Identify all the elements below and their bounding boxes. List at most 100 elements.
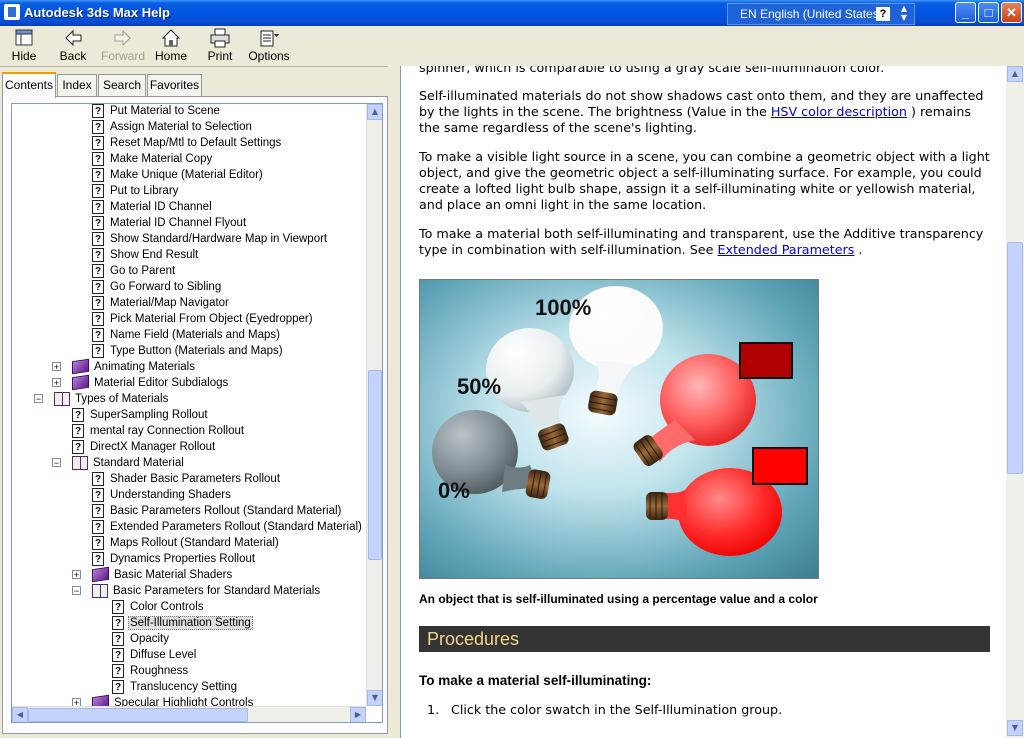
- forward-arrow-icon: [112, 28, 134, 48]
- scroll-down-icon[interactable]: ▼: [367, 690, 382, 706]
- tree-item[interactable]: ? Put to Library: [92, 183, 180, 199]
- expand-icon[interactable]: +: [52, 362, 61, 372]
- tab-index[interactable]: Index: [57, 74, 97, 96]
- bulb-red-swatch: [646, 447, 808, 556]
- hsv-color-link[interactable]: HSV color description: [771, 104, 907, 119]
- collapse-icon[interactable]: −: [72, 586, 81, 596]
- book-open-icon: [72, 455, 88, 470]
- tree-item[interactable]: − Standard Material: [52, 455, 186, 471]
- tree-item[interactable]: ? SuperSampling Rollout: [72, 407, 210, 423]
- scroll-left-icon[interactable]: ◀: [12, 707, 28, 722]
- tree-item[interactable]: ? Opacity: [112, 631, 171, 647]
- hide-button[interactable]: Hide: [8, 28, 40, 64]
- tree-item[interactable]: ? Reset Map/Mtl to Default Settings: [92, 135, 283, 151]
- tree-item[interactable]: ? Show Standard/Hardware Map in Viewport: [92, 231, 329, 247]
- options-button[interactable]: Options: [248, 28, 290, 64]
- tree-item-label: Standard Material: [93, 457, 184, 469]
- label-50-percent: 50%: [457, 374, 501, 399]
- extended-parameters-link[interactable]: Extended Parameters: [717, 242, 854, 257]
- language-bar[interactable]: EN English (United States) ? ▲ ▼: [727, 3, 915, 25]
- tree-item[interactable]: − Basic Parameters for Standard Materials: [72, 583, 322, 599]
- home-button[interactable]: Home: [154, 28, 188, 64]
- hide-pane-icon: [13, 28, 35, 48]
- back-button[interactable]: Back: [56, 28, 90, 64]
- tree-item[interactable]: ? mental ray Connection Rollout: [72, 423, 246, 439]
- tree-item[interactable]: ? DirectX Manager Rollout: [72, 439, 217, 455]
- tab-contents[interactable]: Contents: [2, 72, 56, 98]
- tree-item[interactable]: + Basic Material Shaders: [72, 567, 234, 583]
- tree-item[interactable]: ? Diffuse Level: [112, 647, 198, 663]
- minimize-button[interactable]: _: [955, 2, 976, 23]
- tree-item-label: Make Unique (Material Editor): [110, 169, 263, 181]
- tree-item-label: mental ray Connection Rollout: [90, 425, 245, 437]
- tree-item[interactable]: ? Go Forward to Sibling: [92, 279, 223, 295]
- pane-splitter[interactable]: [388, 66, 400, 738]
- page-icon: ?: [92, 119, 104, 134]
- language-help-icon[interactable]: ?: [876, 7, 890, 21]
- content-vertical-scrollbar[interactable]: ▲ ▼: [1006, 66, 1024, 738]
- collapse-icon[interactable]: −: [34, 394, 43, 404]
- tree-item-label: Understanding Shaders: [110, 489, 231, 501]
- scroll-right-icon[interactable]: ▶: [350, 707, 366, 722]
- tree-item[interactable]: − Types of Materials: [34, 391, 170, 407]
- language-options-icon[interactable]: ▲ ▼: [896, 4, 912, 24]
- self-illumination-figure: 100% 50% 0%: [419, 279, 819, 579]
- forward-button[interactable]: Forward: [100, 28, 146, 64]
- tree-item[interactable]: ? Make Unique (Material Editor): [92, 167, 265, 183]
- tree-horizontal-scrollbar[interactable]: ◀ ▶: [12, 706, 366, 722]
- tree-item[interactable]: ? Self-Illumination Setting: [112, 615, 253, 631]
- tree-hscroll-thumb[interactable]: [28, 708, 248, 722]
- tree-item[interactable]: ? Pick Material From Object (Eyedropper): [92, 311, 315, 327]
- tree-item[interactable]: ? Put Material to Scene: [92, 104, 222, 119]
- tree-item[interactable]: ? Roughness: [112, 663, 190, 679]
- tree-item[interactable]: ? Maps Rollout (Standard Material): [92, 535, 281, 551]
- tree-item-label: Color Controls: [130, 601, 204, 613]
- tree-item[interactable]: ? Make Material Copy: [92, 151, 214, 167]
- tree-item[interactable]: ? Show End Result: [92, 247, 200, 263]
- back-label: Back: [59, 49, 87, 63]
- tree-item[interactable]: ? Assign Material to Selection: [92, 119, 254, 135]
- label-0-percent: 0%: [438, 478, 470, 503]
- print-button[interactable]: Print: [204, 28, 236, 64]
- tree-item[interactable]: ? Color Controls: [112, 599, 206, 615]
- tab-search[interactable]: Search: [98, 74, 146, 96]
- tree-scroll-thumb[interactable]: [368, 370, 382, 560]
- page-icon: ?: [92, 263, 104, 278]
- expand-icon[interactable]: +: [72, 570, 81, 580]
- tree-item[interactable]: ? Material ID Channel: [92, 199, 214, 215]
- close-button[interactable]: ✕: [1001, 2, 1022, 23]
- tree-item[interactable]: ? Type Button (Materials and Maps): [92, 343, 285, 359]
- tree-item[interactable]: ? Name Field (Materials and Maps): [92, 327, 282, 343]
- tree-item[interactable]: + Material Editor Subdialogs: [52, 375, 230, 391]
- tree-item[interactable]: ? Material/Map Navigator: [92, 295, 231, 311]
- tree-item[interactable]: + Animating Materials: [52, 359, 197, 375]
- collapse-icon[interactable]: −: [52, 458, 61, 468]
- tree-item-label: Basic Material Shaders: [114, 569, 233, 581]
- paragraph-fragment: spinner, which is comparable to using a …: [419, 66, 885, 75]
- tree-item[interactable]: ? Extended Parameters Rollout (Standard M…: [92, 519, 364, 535]
- home-label: Home: [154, 49, 187, 63]
- tree-item[interactable]: ? Basic Parameters Rollout (Standard Mate…: [92, 503, 343, 519]
- tree-vertical-scrollbar[interactable]: ▲ ▼: [366, 104, 382, 706]
- expand-icon[interactable]: +: [52, 378, 61, 388]
- maximize-button[interactable]: □: [978, 2, 999, 23]
- tree-item-label: Maps Rollout (Standard Material): [110, 537, 279, 549]
- tree-item[interactable]: ? Shader Basic Parameters Rollout: [92, 471, 282, 487]
- dark-red-color-swatch: [739, 342, 793, 379]
- tree-item[interactable]: ? Material ID Channel Flyout: [92, 215, 248, 231]
- tree-item[interactable]: ? Dynamics Properties Rollout: [92, 551, 257, 567]
- scroll-up-icon[interactable]: ▲: [367, 104, 382, 120]
- label-100-percent: 100%: [535, 295, 591, 320]
- tree-item-label: Show End Result: [110, 249, 199, 261]
- tab-favorites[interactable]: Favorites: [147, 74, 202, 96]
- tree-item[interactable]: ? Translucency Setting: [112, 679, 239, 695]
- contents-tree[interactable]: ? Put Material to Scene? Assign Material t…: [11, 103, 383, 723]
- tree-item-label: SuperSampling Rollout: [90, 409, 208, 421]
- content-scroll-down-icon[interactable]: ▼: [1007, 720, 1023, 736]
- tree-item[interactable]: ? Understanding Shaders: [92, 487, 233, 503]
- tree-item[interactable]: ? Go to Parent: [92, 263, 177, 279]
- tree-item-label: Roughness: [130, 665, 189, 677]
- content-scroll-thumb[interactable]: [1007, 242, 1023, 474]
- content-scroll-up-icon[interactable]: ▲: [1007, 66, 1023, 82]
- procedure-step-1: 1. Click the color swatch in the Self-Ill…: [427, 702, 782, 717]
